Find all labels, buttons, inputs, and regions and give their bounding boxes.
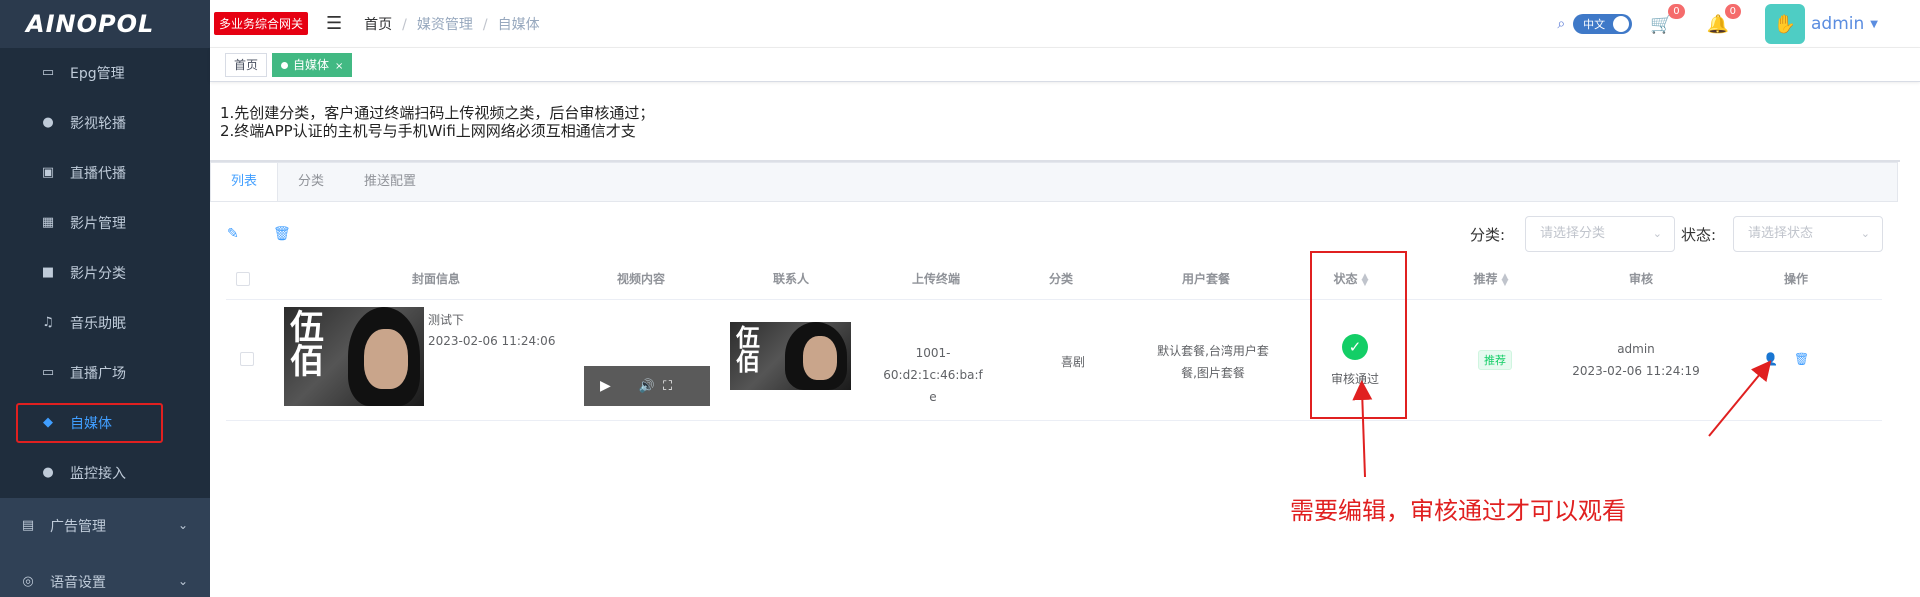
arrow-to-status — [1352, 380, 1373, 478]
arrow-to-edit — [1708, 360, 1772, 437]
annotation-text: 需要编辑，审核通过才可以观看 — [1290, 497, 1626, 525]
annotation-arrows — [1352, 360, 1772, 478]
